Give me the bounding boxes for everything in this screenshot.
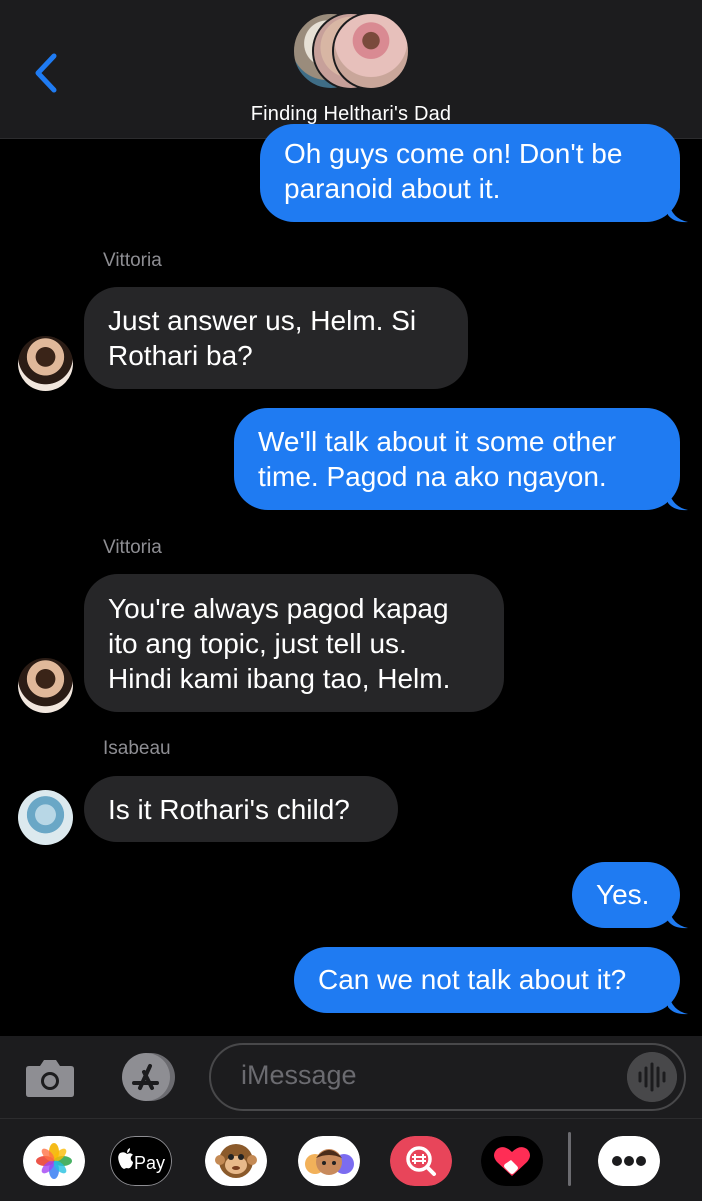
bubble-tail bbox=[668, 201, 688, 223]
waveform-icon[interactable] bbox=[627, 1052, 677, 1102]
animoji-app-icon[interactable] bbox=[205, 1136, 267, 1186]
message-line: Just answer us, Helm. Si bbox=[108, 305, 417, 336]
message-line: ito ang topic, just tell us. bbox=[108, 628, 407, 659]
app-drawer: Pay bbox=[0, 1118, 702, 1201]
outgoing-message[interactable]: Oh guys come on! Don't be paranoid about… bbox=[260, 124, 680, 222]
memoji-app-icon[interactable] bbox=[298, 1136, 360, 1186]
message-line: We'll talk about it some other bbox=[258, 426, 617, 457]
sender-name: Vittoria bbox=[103, 537, 162, 558]
avatar[interactable] bbox=[18, 790, 73, 845]
camera-icon[interactable] bbox=[23, 1052, 77, 1102]
message-line: Rothari ba? bbox=[108, 340, 253, 371]
outgoing-message[interactable]: Can we not talk about it? bbox=[294, 947, 680, 1013]
bubble-tail bbox=[668, 907, 688, 929]
group-avatar-3[interactable] bbox=[332, 12, 410, 90]
bubble-tail bbox=[668, 993, 688, 1015]
app-store-icon[interactable] bbox=[118, 1052, 178, 1102]
compose-bar: iMessage bbox=[0, 1036, 702, 1118]
images-search-app-icon[interactable] bbox=[390, 1136, 452, 1186]
message-line: You're always pagod kapag bbox=[108, 593, 449, 624]
message-line: time. Pagod na ako ngayon. bbox=[258, 461, 607, 492]
message-line: paranoid about it. bbox=[284, 173, 501, 204]
avatar[interactable] bbox=[18, 658, 73, 713]
more-apps-icon[interactable] bbox=[598, 1136, 660, 1186]
message-line: Can we not talk about it? bbox=[318, 964, 627, 995]
apple-pay-app-icon[interactable]: Pay bbox=[110, 1136, 172, 1186]
conversation-header: Finding Helthari's Dad bbox=[0, 0, 702, 139]
incoming-message[interactable]: You're always pagod kapag ito ang topic,… bbox=[84, 574, 504, 712]
outgoing-message[interactable]: We'll talk about it some other time. Pag… bbox=[234, 408, 680, 510]
message-line: Yes. bbox=[596, 879, 650, 910]
incoming-message[interactable]: Just answer us, Helm. Si Rothari ba? bbox=[84, 287, 468, 389]
conversation-title[interactable]: Finding Helthari's Dad bbox=[0, 103, 702, 126]
photos-app-icon[interactable] bbox=[23, 1136, 85, 1186]
bubble-tail bbox=[668, 489, 688, 511]
apple-pay-label: Pay bbox=[134, 1153, 165, 1173]
app-drawer-divider bbox=[568, 1132, 571, 1186]
message-input-placeholder: iMessage bbox=[241, 1060, 357, 1090]
avatar[interactable] bbox=[18, 336, 73, 391]
message-line: Is it Rothari's child? bbox=[108, 794, 350, 825]
sender-name: Vittoria bbox=[103, 250, 162, 271]
incoming-message[interactable]: Is it Rothari's child? bbox=[84, 776, 398, 842]
chevron-left-icon[interactable] bbox=[28, 48, 68, 98]
message-line: Oh guys come on! Don't be bbox=[284, 138, 623, 169]
sender-name: Isabeau bbox=[103, 738, 171, 759]
message-input[interactable]: iMessage bbox=[209, 1043, 686, 1111]
digital-touch-app-icon[interactable] bbox=[481, 1136, 543, 1186]
outgoing-message[interactable]: Yes. bbox=[572, 862, 680, 928]
message-line: Hindi kami ibang tao, Helm. bbox=[108, 663, 451, 694]
